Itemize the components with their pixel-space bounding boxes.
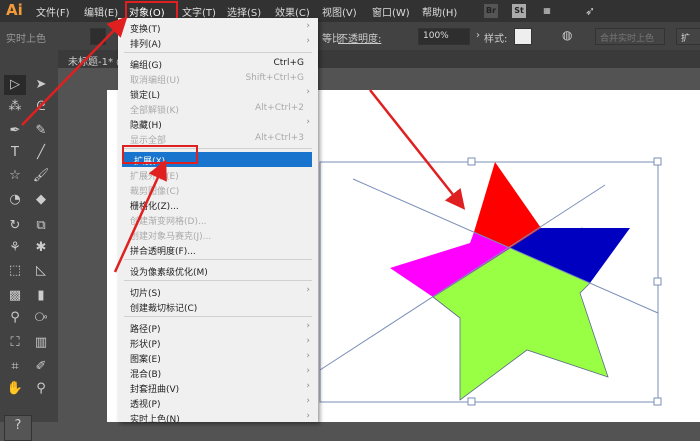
annotation-arrow <box>369 89 466 210</box>
annotation-arrows <box>21 16 466 273</box>
annotation-arrow <box>113 159 167 273</box>
annotation-arrow <box>21 16 128 126</box>
